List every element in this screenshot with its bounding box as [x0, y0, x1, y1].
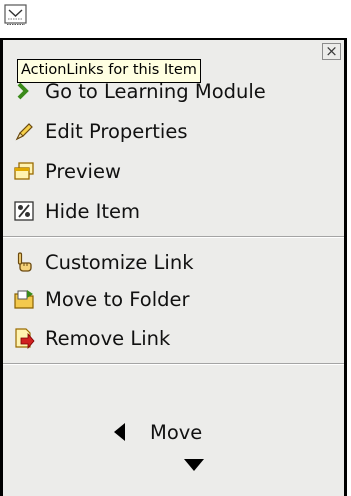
- move-label: Move: [150, 420, 203, 444]
- menu-item-preview[interactable]: Preview: [13, 153, 343, 189]
- close-button[interactable]: ×: [322, 43, 341, 60]
- tooltip: ActionLinks for this Item: [17, 59, 201, 83]
- move-down-icon[interactable]: [183, 458, 205, 472]
- menu-separator: [3, 236, 344, 238]
- menu-item-label: Edit Properties: [45, 119, 188, 143]
- menu-separator: [3, 363, 344, 365]
- action-menu-icon[interactable]: [4, 4, 28, 26]
- pencil-icon: [13, 120, 35, 142]
- move-left-button[interactable]: Move: [112, 416, 202, 448]
- hide-item-icon: [13, 200, 35, 222]
- menu-item-label: Move to Folder: [45, 287, 190, 311]
- green-chevron-icon: [13, 80, 35, 102]
- menu-item-hide-item[interactable]: Hide Item: [13, 193, 343, 229]
- menu-item-remove-link[interactable]: Remove Link: [13, 320, 343, 356]
- menu-item-edit-properties[interactable]: Edit Properties: [13, 113, 343, 149]
- menu-item-move-to-folder[interactable]: Move to Folder: [13, 281, 343, 317]
- menu-item-label: Hide Item: [45, 199, 141, 223]
- menu-item-label: Preview: [45, 159, 121, 183]
- preview-window-icon: [13, 160, 35, 182]
- hand-pointer-icon: [13, 251, 35, 273]
- menu-item-customize-link[interactable]: Customize Link: [13, 244, 343, 280]
- menu-item-label: Remove Link: [45, 326, 171, 350]
- menu-item-label: Customize Link: [45, 250, 194, 274]
- folder-move-icon: [13, 288, 35, 310]
- remove-link-icon: [13, 327, 35, 350]
- left-triangle-icon: [114, 423, 125, 441]
